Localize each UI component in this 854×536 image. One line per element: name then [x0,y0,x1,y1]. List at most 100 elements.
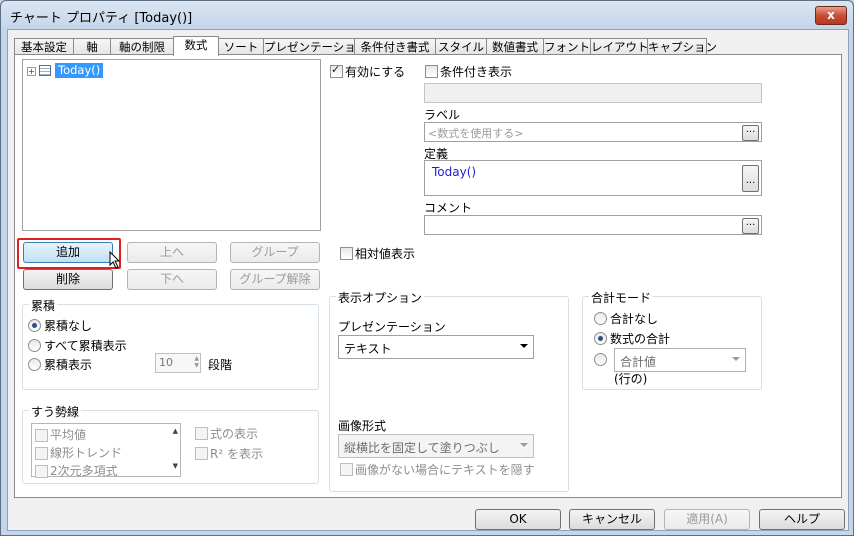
tree-item-today[interactable]: Today() [55,63,104,78]
relative-label: 相対値表示 [355,247,416,261]
radio-full-accumulation[interactable] [28,339,41,352]
mouse-cursor-icon [109,251,121,269]
trendline-average-label: 平均値 [50,428,87,442]
title-bar[interactable]: チャート プロパティ [Today()] x [1,1,853,29]
scroll-up-icon[interactable]: ▲ [173,427,178,435]
scroll-down-icon[interactable]: ▼ [173,462,178,470]
trendlines-group: すう勢線 平均値 線形トレンド 2次元多項式 ▲ ▼ 式の表示 R² を表示 [22,403,319,484]
display-options-group: 表示オプション プレゼンテーション テキスト 画像形式 縦横比を固定して塗りつぶ… [329,289,569,492]
trendline-poly-label: 2次元多項式 [50,464,118,478]
accumulation-title: 累積 [29,297,58,314]
steps-stepper[interactable]: 10 ▲ ▼ [155,353,201,373]
up-button[interactable]: 上へ [127,242,217,263]
full-accumulation-label: すべて累積表示 [44,339,127,353]
radio-aggregate[interactable] [594,353,607,366]
radio-accumulate-steps[interactable] [28,358,41,371]
total-mode-title: 合計モード [589,289,654,306]
no-accumulation-label: 累積なし [44,319,93,333]
trendline-average-checkbox[interactable] [35,429,48,442]
label-edit-button[interactable]: ... [742,125,759,141]
close-button[interactable]: x [815,6,847,25]
tab-font[interactable]: フォント [543,38,591,55]
radio-no-accumulation[interactable] [28,319,41,332]
image-format-value: 縦横比を固定して塗りつぶし [344,441,500,455]
dialog-title: チャート プロパティ [Today()] [10,11,193,26]
conditional-display-label: 条件付き表示 [440,65,513,79]
expand-icon[interactable]: + [27,67,36,76]
label-field-label: ラベル [424,108,461,122]
apply-button[interactable]: 適用(A) [664,509,750,530]
steps-value: 10 [159,356,173,369]
group-button[interactable]: グループ [230,242,320,263]
show-formula-label: 式の表示 [210,427,259,441]
ungroup-button[interactable]: グループ解除 [230,269,320,290]
trendline-poly-checkbox[interactable] [35,465,48,478]
show-formula-checkbox[interactable] [195,427,208,440]
tab-basic[interactable]: 基本設定 [14,38,74,55]
display-options-title: 表示オプション [336,289,425,306]
enable-label: 有効にする [345,65,406,79]
expression-total-label: 数式の合計 [610,332,671,346]
definition-input[interactable]: Today() [424,160,762,196]
dialog-body: 基本設定 軸 軸の制限 数式 ソート プレゼンテーション 条件付き書式 スタイル… [7,29,849,531]
show-r2-checkbox[interactable] [195,447,208,460]
comment-label: コメント [424,201,473,215]
comment-input[interactable] [424,215,762,235]
no-total-label: 合計なし [610,312,659,326]
label-input[interactable]: <数式を使用する> [424,122,762,142]
trendline-linear-checkbox[interactable] [35,447,48,460]
expression-tree[interactable]: + Today() [22,59,321,231]
label-placeholder: <数式を使用する> [428,127,524,140]
aggregate-value: 合計値 [620,355,657,369]
tab-style[interactable]: スタイル [435,38,487,55]
image-format-label: 画像形式 [338,419,387,433]
radio-expression-total[interactable] [594,332,607,345]
cancel-button[interactable]: キャンセル [569,509,655,530]
accumulate-steps-label: 累積表示 [44,358,93,372]
tab-sort[interactable]: ソート [218,38,264,55]
enable-checkbox[interactable] [330,63,343,78]
chevron-down-icon [520,344,528,348]
comment-edit-button[interactable]: ... [742,218,759,234]
trendlines-title: すう勢線 [29,403,82,420]
accumulation-group: 累積 累積なし すべて累積表示 累積表示 10 ▲ ▼ 段階 [22,297,319,390]
definition-value: Today() [432,165,477,179]
ok-button[interactable]: OK [475,509,561,530]
trendline-list[interactable]: 平均値 線形トレンド 2次元多項式 ▲ ▼ [31,423,181,478]
properties-dialog: チャート プロパティ [Today()] x 基本設定 軸 軸の制限 数式 ソー… [0,0,854,536]
radio-no-total[interactable] [594,312,607,325]
tab-number-format[interactable]: 数値書式 [486,38,544,55]
delete-button[interactable]: 削除 [23,269,113,290]
presentation-value: テキスト [344,342,392,356]
hide-text-label: 画像がない場合にテキストを隠す [355,463,535,477]
tab-presentation[interactable]: プレゼンテーション [263,38,367,55]
image-format-select[interactable]: 縦横比を固定して塗りつぶし [338,434,534,458]
table-icon [39,65,51,76]
steps-unit-label: 段階 [208,358,233,372]
aggregate-suffix: (行の) [614,372,648,386]
show-r2-label: R² を表示 [210,447,263,461]
relative-checkbox[interactable] [340,247,353,260]
tab-layout[interactable]: レイアウト [590,38,649,55]
help-button[interactable]: ヘルプ [759,509,845,530]
presentation-select[interactable]: テキスト [338,335,534,359]
add-button[interactable]: 追加 [23,242,113,263]
aggregate-select[interactable]: 合計値 [614,348,746,372]
chevron-down-icon [732,357,740,361]
down-button[interactable]: 下へ [127,269,217,290]
conditional-display-checkbox[interactable] [425,65,438,78]
definition-edit-button[interactable]: ... [742,165,759,192]
presentation-label: プレゼンテーション [338,320,446,334]
chevron-down-icon [520,443,528,447]
tab-conditional-format[interactable]: 条件付き書式 [354,38,436,55]
stepper-arrows-icon: ▲ ▼ [194,355,199,369]
hide-text-checkbox[interactable] [340,463,353,476]
trendline-linear-label: 線形トレンド [50,446,123,460]
tab-axes[interactable]: 軸 [73,38,111,55]
total-mode-group: 合計モード 合計なし 数式の合計 合計値 (行の) [582,289,762,390]
expressions-panel: + Today() 追加 上へ グループ 削除 下へ グループ解除 累積 累積な… [14,54,842,498]
tab-axis-limits[interactable]: 軸の制限 [110,38,174,55]
tab-expressions[interactable]: 数式 [173,36,219,56]
tab-caption[interactable]: キャプション [647,38,717,55]
condition-field[interactable] [424,83,762,103]
